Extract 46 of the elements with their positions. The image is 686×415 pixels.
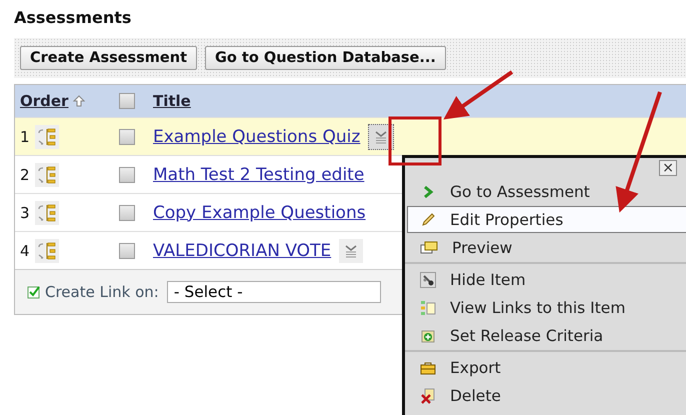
table-row[interactable]: 1 Example Questions Quiz [15, 117, 686, 155]
annotation-arrow [443, 70, 514, 120]
order-number: 4 [20, 242, 30, 260]
checkbox[interactable] [119, 166, 135, 182]
window-icon [420, 240, 438, 256]
menu-item[interactable]: Hide Item [407, 266, 686, 293]
checkbox[interactable] [119, 204, 135, 220]
assessment-link[interactable]: Copy Example Questions [153, 202, 366, 222]
checkbox[interactable] [119, 93, 135, 109]
order-number: 1 [20, 128, 30, 146]
briefcase-icon [420, 360, 436, 376]
checkbox[interactable] [119, 242, 135, 258]
assessment-link[interactable]: Math Test 2 Testing edite [153, 164, 364, 184]
menu-item[interactable]: Export [407, 354, 686, 381]
checkmark-icon [27, 285, 41, 299]
assessment-link[interactable]: VALEDICORIAN VOTE [153, 240, 332, 260]
page-title: Assessments [14, 8, 132, 29]
assessment-link[interactable]: Example Questions Quiz [153, 126, 360, 146]
column-header[interactable]: Order [20, 92, 68, 110]
reorder-icon[interactable] [34, 162, 59, 186]
dropdown-icon [344, 244, 358, 258]
checkbox[interactable] [119, 128, 135, 144]
dropdown-icon [374, 130, 388, 144]
reorder-icon[interactable] [34, 238, 59, 262]
delete-icon [420, 388, 436, 404]
menu-item[interactable]: View Links to this Item [407, 294, 686, 321]
select-dropdown[interactable]: - Select - [166, 281, 381, 303]
links-icon [420, 300, 436, 316]
column-header[interactable]: Title [153, 92, 191, 110]
toolbar-button[interactable]: Create Assessment [20, 46, 198, 70]
menu-item[interactable]: Set Release Criteria [407, 322, 686, 349]
hide-icon [420, 272, 436, 288]
menu-item[interactable]: Delete [407, 382, 686, 409]
menu-item[interactable]: Preview [407, 234, 686, 261]
menu-button[interactable] [339, 238, 364, 262]
pencil-icon [420, 212, 436, 228]
menu-item[interactable]: Edit Properties [407, 206, 686, 233]
reorder-icon[interactable] [34, 200, 59, 224]
highlight-box [388, 116, 442, 166]
reorder-icon[interactable] [34, 124, 59, 148]
create-link-label: Create Link on: [45, 283, 159, 301]
toolbar-button[interactable]: Go to Question Database... [205, 46, 446, 70]
close-button[interactable]: × [659, 160, 677, 176]
release-icon [420, 328, 436, 344]
order-number: 3 [20, 204, 30, 222]
order-number: 2 [20, 166, 30, 184]
